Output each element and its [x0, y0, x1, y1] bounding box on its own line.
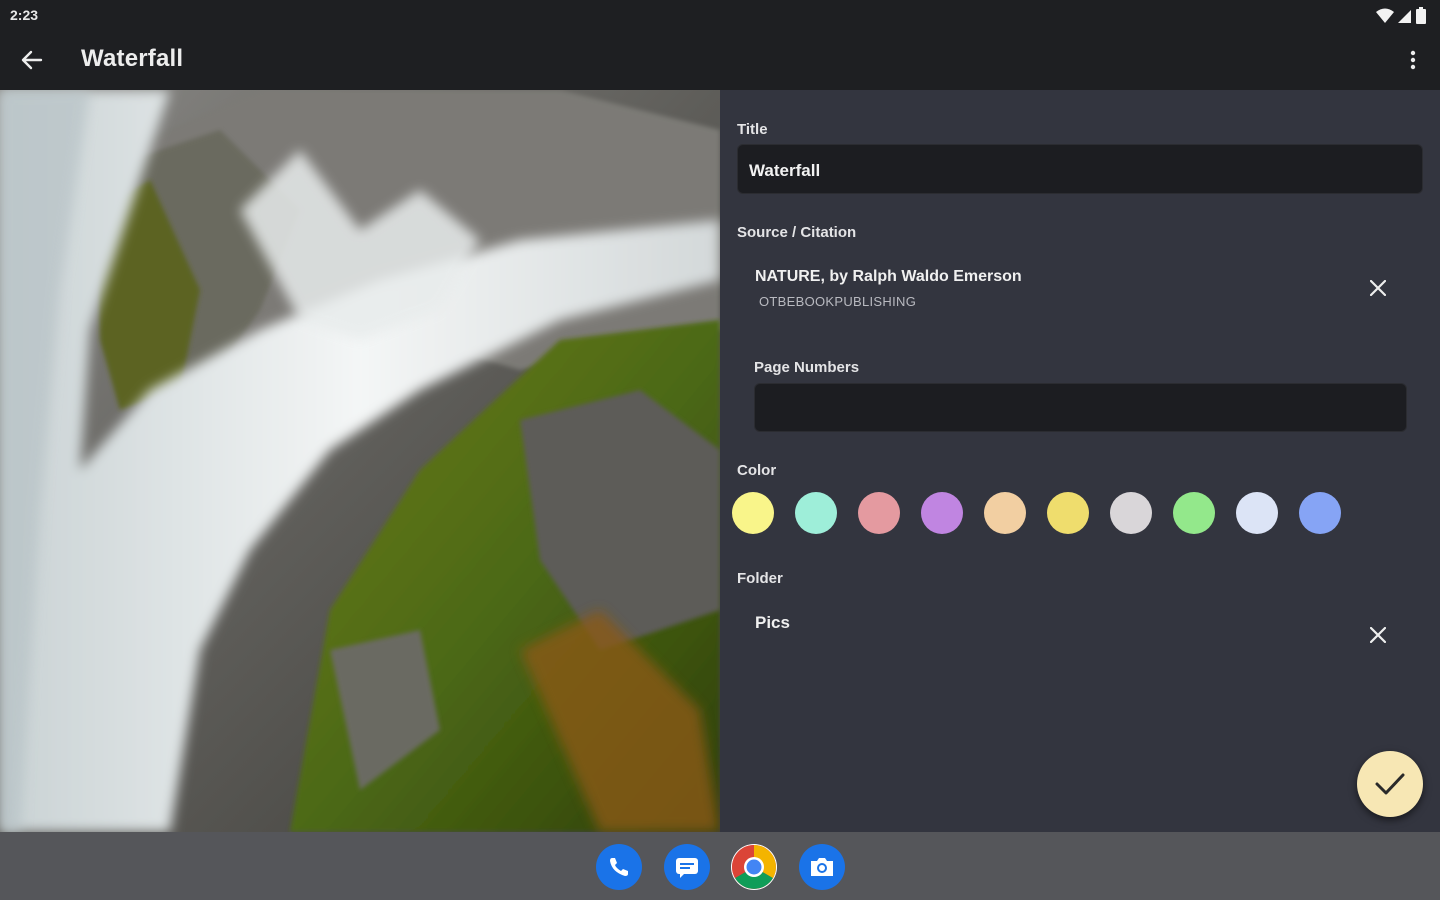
phone-icon: [610, 858, 628, 876]
status-icons: [1376, 7, 1426, 24]
wifi-icon: [1376, 8, 1394, 23]
waterfall-photo[interactable]: [0, 90, 720, 832]
title-field[interactable]: Waterfall: [737, 144, 1423, 194]
messages-app-icon[interactable]: [664, 844, 710, 890]
color-swatch[interactable]: [1299, 492, 1341, 534]
save-button[interactable]: [1357, 751, 1423, 817]
phone-app-icon[interactable]: [596, 844, 642, 890]
page-title: Waterfall: [81, 45, 184, 72]
photo-image: [0, 90, 720, 832]
app-dock: [0, 832, 1440, 900]
color-swatch[interactable]: [1110, 492, 1152, 534]
color-swatch[interactable]: [1236, 492, 1278, 534]
color-swatch[interactable]: [1173, 492, 1215, 534]
folder-label: Folder: [737, 570, 783, 587]
more-options-button[interactable]: [1398, 40, 1428, 80]
chrome-app-icon[interactable]: [731, 844, 777, 890]
signal-icon: [1398, 9, 1411, 23]
message-icon: [676, 858, 698, 878]
color-swatch[interactable]: [921, 492, 963, 534]
color-swatch[interactable]: [858, 492, 900, 534]
battery-icon: [1416, 7, 1426, 24]
page-numbers-field[interactable]: [754, 383, 1407, 432]
camera-icon: [811, 858, 833, 876]
source-publisher: OTBEBOOKPUBLISHING: [759, 294, 917, 309]
color-swatch[interactable]: [795, 492, 837, 534]
page-numbers-label: Page Numbers: [754, 359, 860, 376]
more-vert-icon: [1410, 50, 1416, 70]
source-title: NATURE, by Ralph Waldo Emerson: [755, 268, 1022, 285]
status-bar: 2:23: [0, 0, 1440, 30]
chrome-icon: [732, 845, 776, 889]
edit-details-panel: Title Waterfall Source / Citation NATURE…: [720, 90, 1440, 832]
back-button[interactable]: [12, 40, 52, 80]
camera-app-icon[interactable]: [799, 844, 845, 890]
color-swatch[interactable]: [732, 492, 774, 534]
folder-value[interactable]: Pics: [755, 613, 790, 633]
title-label: Title: [737, 121, 768, 138]
remove-folder-button[interactable]: [1358, 615, 1398, 655]
remove-source-button[interactable]: [1358, 268, 1398, 308]
source-label: Source / Citation: [737, 224, 857, 241]
arrow-back-icon: [21, 50, 43, 70]
status-time: 2:23: [10, 7, 39, 23]
check-icon: [1375, 773, 1405, 795]
close-icon: [1370, 627, 1386, 643]
color-swatch[interactable]: [1047, 492, 1089, 534]
close-icon: [1370, 280, 1386, 296]
color-swatch[interactable]: [984, 492, 1026, 534]
app-bar: Waterfall: [0, 30, 1440, 90]
color-label: Color: [737, 462, 777, 479]
title-field-value: Waterfall: [749, 161, 821, 180]
